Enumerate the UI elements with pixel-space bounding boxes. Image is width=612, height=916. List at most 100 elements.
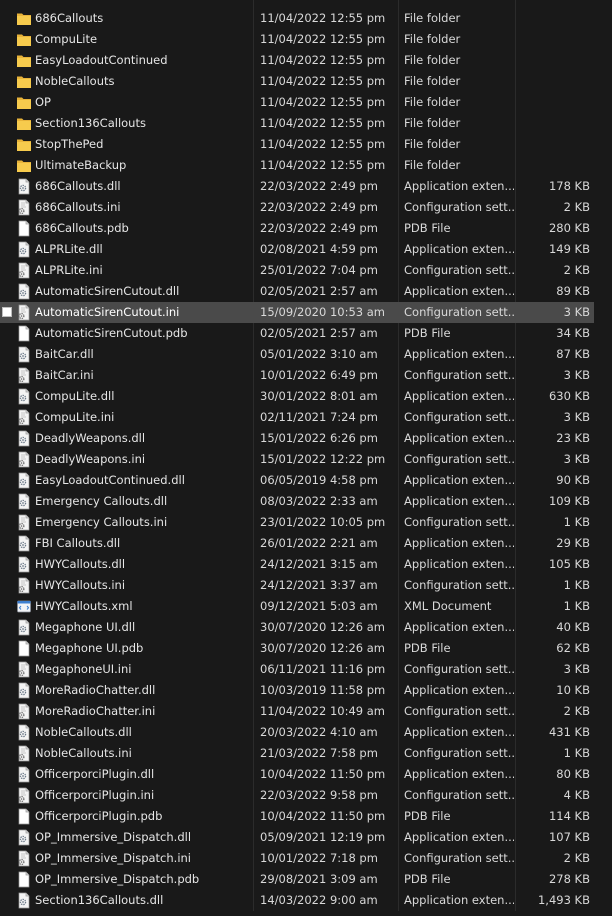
file-size: 280 KB [548, 221, 590, 235]
file-row[interactable]: OP_Immersive_Dispatch.pdb 29/08/2021 3:09… [0, 869, 594, 890]
select-checkbox[interactable] [2, 307, 12, 317]
file-row[interactable]: DeadlyWeapons.dll 15/01/2022 6:26 pm Appli… [0, 428, 594, 449]
file-name: OP [35, 95, 51, 109]
file-row[interactable]: NobleCallouts.ini 21/03/2022 7:58 pm Confi… [0, 743, 594, 764]
date-modified: 14/03/2022 9:00 am [260, 893, 378, 907]
file-size: 109 KB [548, 494, 590, 508]
dll-file-icon [16, 472, 32, 489]
ini-file-icon [16, 199, 32, 216]
blank-file-icon [16, 640, 32, 657]
file-row[interactable]: ALPRLite.ini 25/01/2022 7:04 pm Configurat… [0, 260, 594, 281]
file-name: AutomaticSirenCutout.pdb [35, 326, 188, 340]
file-type: Application exten... [404, 284, 514, 298]
ini-file-icon [16, 304, 32, 321]
file-type: Application exten... [404, 494, 514, 508]
file-type: Configuration sett... [404, 200, 514, 214]
file-row[interactable]: Section136Callouts.dll 14/03/2022 9:00 am… [0, 890, 594, 911]
file-type: Configuration sett... [404, 368, 514, 382]
date-modified: 22/03/2022 9:58 pm [260, 788, 378, 802]
file-type: Application exten... [404, 893, 514, 907]
file-row[interactable]: StopThePed 11/04/2022 12:55 pm File folder [0, 134, 594, 155]
file-size: 431 KB [548, 725, 590, 739]
file-row[interactable]: DeadlyWeapons.ini 15/01/2022 12:22 pm Conf… [0, 449, 594, 470]
file-row[interactable]: 686Callouts.ini 22/03/2022 2:49 pm Configu… [0, 197, 594, 218]
file-row[interactable]: EasyLoadoutContinued 11/04/2022 12:55 pm F… [0, 50, 594, 71]
file-row[interactable]: NobleCallouts.dll 20/03/2022 4:10 am Appli… [0, 722, 594, 743]
file-row[interactable]: NobleCallouts 11/04/2022 12:55 pm File fol… [0, 71, 594, 92]
file-row[interactable]: Megaphone UI.dll 30/07/2020 12:26 am Appli… [0, 617, 594, 638]
file-row[interactable]: BaitCar.dll 05/01/2022 3:10 am Application… [0, 344, 594, 365]
file-row[interactable]: CompuLite.ini 02/11/2021 7:24 pm Configura… [0, 407, 594, 428]
file-row[interactable]: Emergency Callouts.ini 23/01/2022 10:05 p… [0, 512, 594, 533]
file-type: File folder [404, 32, 461, 46]
date-modified: 05/09/2021 12:19 pm [260, 830, 386, 844]
file-row[interactable]: OP_Immersive_Dispatch.dll 05/09/2021 12:1… [0, 827, 594, 848]
file-name: AutomaticSirenCutout.dll [35, 284, 180, 298]
file-type: Configuration sett... [404, 746, 514, 760]
file-row[interactable]: AutomaticSirenCutout.pdb 02/05/2021 2:57 … [0, 323, 594, 344]
file-type: Application exten... [404, 389, 514, 403]
file-row[interactable]: MoreRadioChatter.dll 10/03/2019 11:58 pm A… [0, 680, 594, 701]
file-row[interactable]: MoreRadioChatter.ini 11/04/2022 10:49 am C… [0, 701, 594, 722]
file-size: 29 KB [556, 536, 590, 550]
file-row[interactable]: CompuLite.dll 30/01/2022 8:01 am Applicati… [0, 386, 594, 407]
file-size: 2 KB [563, 263, 590, 277]
file-name: EasyLoadoutContinued.dll [35, 473, 185, 487]
file-size: 3 KB [563, 410, 590, 424]
dll-file-icon [16, 283, 32, 300]
date-modified: 11/04/2022 12:55 pm [260, 158, 386, 172]
file-row[interactable]: Section136Callouts 11/04/2022 12:55 pm Fil… [0, 113, 594, 134]
date-modified: 11/04/2022 12:55 pm [260, 11, 386, 25]
file-name: NobleCallouts.ini [35, 746, 132, 760]
dll-file-icon [16, 682, 32, 699]
file-name: OfficerporciPlugin.pdb [35, 809, 163, 823]
file-name: MoreRadioChatter.dll [35, 683, 156, 697]
file-row[interactable]: HWYCallouts.ini 24/12/2021 3:37 am Configu… [0, 575, 594, 596]
file-row[interactable]: OfficerporciPlugin.dll 10/04/2022 11:50 p… [0, 764, 594, 785]
file-row[interactable]: EasyLoadoutContinued.dll 06/05/2019 4:58 … [0, 470, 594, 491]
file-row[interactable]: MegaphoneUI.ini 06/11/2021 11:16 pm Config… [0, 659, 594, 680]
folder-icon [16, 94, 32, 111]
folder-icon [16, 10, 32, 27]
file-row[interactable]: AutomaticSirenCutout.dll 02/05/2021 2:57 … [0, 281, 594, 302]
file-name: 686Callouts.ini [35, 200, 121, 214]
file-type: Application exten... [404, 473, 514, 487]
file-size: 62 KB [556, 641, 590, 655]
file-size: 105 KB [548, 557, 590, 571]
file-row[interactable]: FBI Callouts.dll 26/01/2022 2:21 am Applic… [0, 533, 594, 554]
file-type: PDB File [404, 641, 451, 655]
file-row[interactable]: 686Callouts.pdb 22/03/2022 2:49 pm PDB Fil… [0, 218, 594, 239]
file-size: 107 KB [548, 830, 590, 844]
file-row[interactable]: 686Callouts 11/04/2022 12:55 pm File folde… [0, 8, 594, 29]
file-name: OfficerporciPlugin.dll [35, 767, 155, 781]
file-row[interactable]: BaitCar.ini 10/01/2022 6:49 pm Configurati… [0, 365, 594, 386]
file-row[interactable]: CompuLite 11/04/2022 12:55 pm File folder [0, 29, 594, 50]
date-modified: 22/03/2022 2:49 pm [260, 179, 378, 193]
file-row[interactable]: AutomaticSirenCutout.ini 15/09/2020 10:53… [0, 302, 594, 323]
file-row[interactable]: 686Callouts.dll 22/03/2022 2:49 pm Applica… [0, 176, 594, 197]
file-row[interactable]: Megaphone UI.pdb 30/07/2020 12:26 am PDB F… [0, 638, 594, 659]
date-modified: 11/04/2022 10:49 am [260, 704, 385, 718]
file-row[interactable]: ALPRLite.dll 02/08/2021 4:59 pm Applicatio… [0, 239, 594, 260]
date-modified: 11/04/2022 12:55 pm [260, 137, 386, 151]
file-name: CompuLite [35, 32, 98, 46]
ini-file-icon [16, 577, 32, 594]
file-type: File folder [404, 137, 461, 151]
file-row[interactable]: OP_Immersive_Dispatch.ini 10/01/2022 7:18… [0, 848, 594, 869]
dll-file-icon [16, 430, 32, 447]
file-type: Application exten... [404, 620, 514, 634]
file-row[interactable]: Emergency Callouts.dll 08/03/2022 2:33 am… [0, 491, 594, 512]
file-type: Configuration sett... [404, 263, 514, 277]
file-name: Section136Callouts [35, 116, 146, 130]
file-type: Application exten... [404, 242, 514, 256]
file-size: 40 KB [556, 620, 590, 634]
dll-file-icon [16, 346, 32, 363]
file-row[interactable]: OfficerporciPlugin.pdb 10/04/2022 11:50 p… [0, 806, 594, 827]
file-name: OfficerporciPlugin.ini [35, 788, 155, 802]
file-list: 686Callouts 11/04/2022 12:55 pm File folde… [0, 0, 612, 911]
file-row[interactable]: UltimateBackup 11/04/2022 12:55 pm File fo… [0, 155, 594, 176]
file-row[interactable]: OfficerporciPlugin.ini 22/03/2022 9:58 pm… [0, 785, 594, 806]
file-row[interactable]: OP 11/04/2022 12:55 pm File folder [0, 92, 594, 113]
file-row[interactable]: HWYCallouts.dll 24/12/2021 3:15 am Applica… [0, 554, 594, 575]
file-row[interactable]: HWYCallouts.xml 09/12/2021 5:03 am XML Doc… [0, 596, 594, 617]
